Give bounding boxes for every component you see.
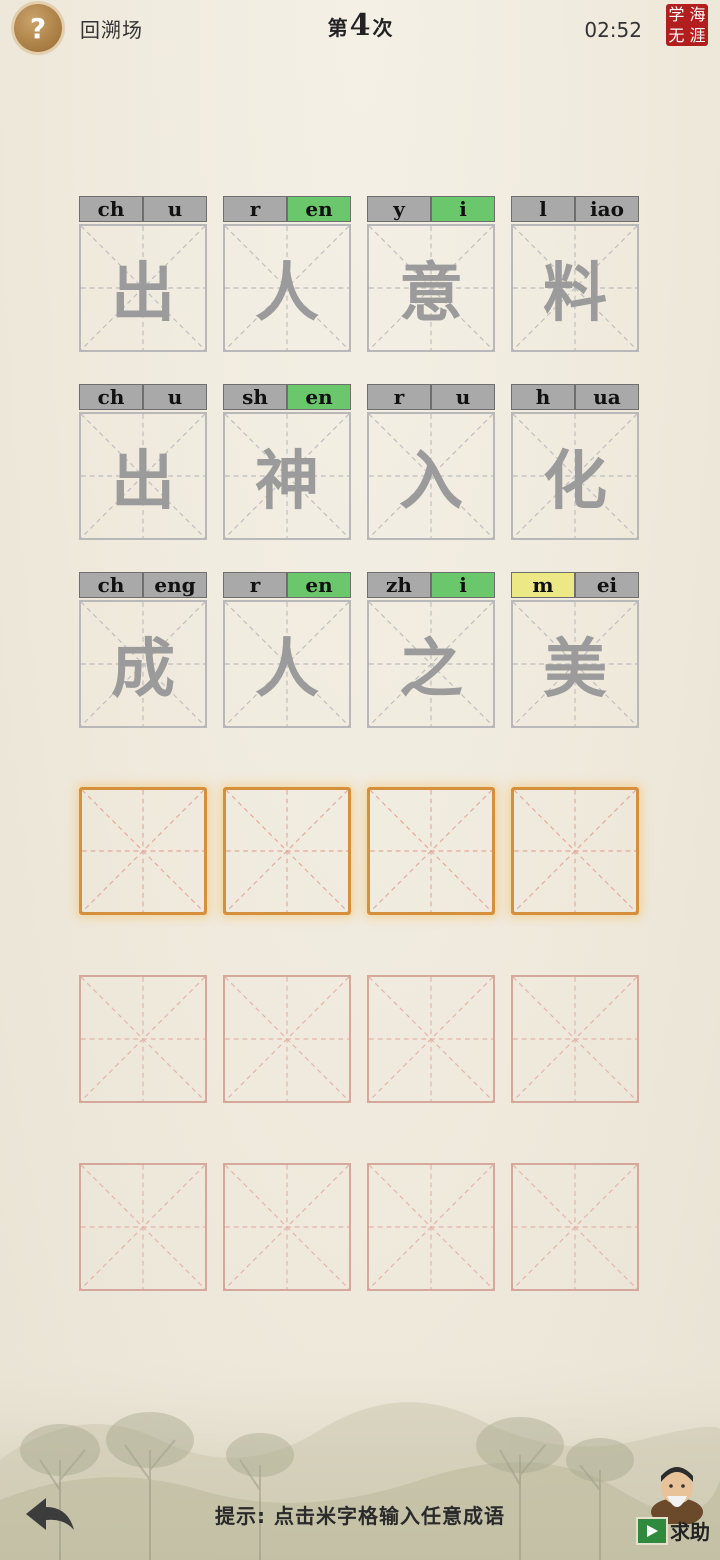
pinyin-bar: m ei (511, 572, 639, 598)
pinyin-initial: l (511, 196, 575, 222)
empty-char-cell (511, 1163, 639, 1291)
empty-char-cell (223, 975, 351, 1103)
guessed-char: 入 (399, 444, 463, 519)
mi-grid-lines (513, 1165, 637, 1289)
empty-char-cell (511, 975, 639, 1103)
pinyin-bar: ch eng (79, 572, 207, 598)
guessed-char-cell: 入 (367, 412, 495, 540)
round-prefix: 第 (327, 16, 348, 40)
mi-grid-lines (81, 1165, 205, 1289)
empty-char-cell (223, 1163, 351, 1291)
guessed-char: 人 (255, 256, 319, 331)
round-number: 4 (349, 8, 371, 43)
input-char-cell[interactable] (367, 787, 495, 915)
empty-char-cell (367, 975, 495, 1103)
seal-logo: 学 海 无 涯 (666, 4, 708, 46)
guessed-char-cell: 美 (511, 600, 639, 728)
seal-char: 学 (668, 4, 685, 24)
pinyin-bar: zh i (367, 572, 495, 598)
pinyin-bar: r en (223, 196, 351, 222)
guessed-char: 美 (543, 632, 607, 707)
mi-grid-lines (225, 1165, 349, 1289)
guessed-char-cell: 之 (367, 600, 495, 728)
guessed-char-cell: 出 (79, 412, 207, 540)
pinyin-final: ei (575, 572, 639, 598)
pinyin-initial: r (367, 384, 431, 410)
guessed-char-cell: 成 (79, 600, 207, 728)
pinyin-final: iao (575, 196, 639, 222)
pinyin-initial: m (511, 572, 575, 598)
guessed-char: 料 (543, 256, 607, 331)
guessed-char: 神 (255, 444, 319, 519)
pinyin-final: u (431, 384, 495, 410)
guessed-char: 化 (543, 444, 607, 519)
pinyin-bar: ch u (79, 196, 207, 222)
pinyin-initial: r (223, 572, 287, 598)
guessed-char: 成 (111, 632, 175, 707)
mi-grid-lines (82, 790, 204, 912)
guessed-char-cell: 料 (511, 224, 639, 352)
input-char-cell[interactable] (79, 787, 207, 915)
mi-grid-lines (226, 790, 348, 912)
pinyin-bar: sh en (223, 384, 351, 410)
hint-text: 提示: 点击米字格输入任意成语 (215, 1504, 505, 1528)
pinyin-bar: h ua (511, 384, 639, 410)
seal-char: 无 (668, 25, 685, 45)
pinyin-final: u (143, 384, 207, 410)
seal-char: 涯 (689, 25, 706, 45)
video-play-icon (636, 1516, 668, 1545)
pinyin-initial: r (223, 196, 287, 222)
seal-char: 海 (689, 4, 706, 24)
pinyin-bar: l iao (511, 196, 639, 222)
mi-grid-lines (514, 790, 636, 912)
pinyin-final: en (287, 196, 351, 222)
mi-grid-lines (369, 1165, 493, 1289)
timer: 02:52 (584, 18, 642, 42)
round-suffix: 次 (372, 16, 393, 40)
guessed-char-cell: 人 (223, 600, 351, 728)
pinyin-initial: zh (367, 572, 431, 598)
guessed-char: 意 (399, 256, 463, 331)
guessed-char-cell: 神 (223, 412, 351, 540)
pinyin-final: en (287, 572, 351, 598)
guessed-char: 出 (111, 444, 175, 519)
pinyin-final: i (431, 196, 495, 222)
mi-grid-lines (513, 977, 637, 1101)
guessed-char-cell: 意 (367, 224, 495, 352)
pinyin-final: eng (143, 572, 207, 598)
pinyin-initial: ch (79, 572, 143, 598)
guessed-char-cell: 化 (511, 412, 639, 540)
help-request-button[interactable]: 求助 (636, 1516, 710, 1545)
pinyin-final: ua (575, 384, 639, 410)
pinyin-initial: ch (79, 196, 143, 222)
mi-grid-lines (81, 977, 205, 1101)
pinyin-bar: ch u (79, 384, 207, 410)
input-char-cell[interactable] (223, 787, 351, 915)
pinyin-final: i (431, 572, 495, 598)
pinyin-bar: yi (367, 196, 495, 222)
mi-grid-lines (370, 790, 492, 912)
pinyin-final: en (287, 384, 351, 410)
pinyin-initial: ch (79, 384, 143, 410)
empty-char-cell (79, 1163, 207, 1291)
guessed-char: 人 (255, 632, 319, 707)
pinyin-initial: y (367, 196, 431, 222)
input-char-cell[interactable] (511, 787, 639, 915)
pinyin-final: u (143, 196, 207, 222)
guessed-char: 出 (111, 256, 175, 331)
empty-char-cell (367, 1163, 495, 1291)
mi-grid-lines (369, 977, 493, 1101)
guessed-char-cell: 人 (223, 224, 351, 352)
pinyin-initial: sh (223, 384, 287, 410)
empty-char-cell (79, 975, 207, 1103)
guessed-char-cell: 出 (79, 224, 207, 352)
sage-avatar-icon[interactable] (648, 1458, 706, 1524)
pinyin-initial: h (511, 384, 575, 410)
pinyin-bar: ru (367, 384, 495, 410)
pinyin-bar: r en (223, 572, 351, 598)
help-request-label: 求助 (670, 1520, 710, 1544)
guessed-char: 之 (399, 632, 463, 707)
mi-grid-lines (225, 977, 349, 1101)
